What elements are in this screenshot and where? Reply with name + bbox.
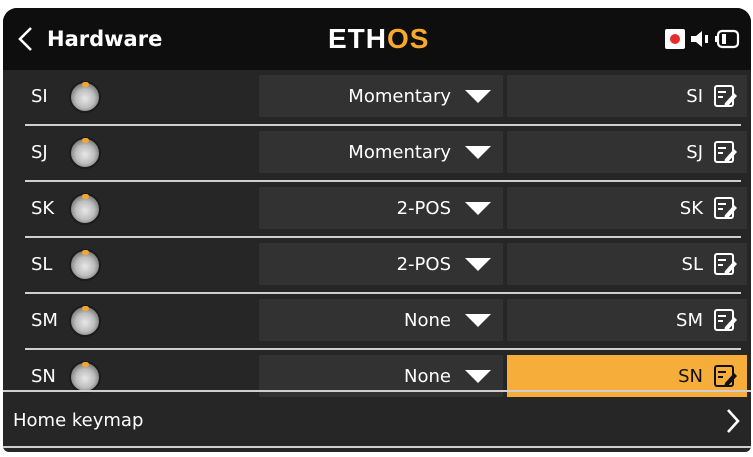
row-divider [3, 390, 751, 392]
switch-name-field[interactable]: SL [507, 243, 747, 285]
edit-icon [714, 365, 737, 387]
edit-icon [714, 253, 737, 275]
switch-row-sm: SM None SM [3, 294, 751, 350]
knob-icon [69, 193, 101, 225]
page-title: Hardware [47, 27, 163, 51]
edit-icon [714, 141, 737, 163]
status-icons [665, 28, 741, 50]
edit-icon [714, 197, 737, 219]
home-keymap-label: Home keymap [13, 410, 144, 431]
switch-row-si: SI Momentary SI [3, 70, 751, 126]
record-icon [665, 29, 685, 49]
screen: Hardware ETHOS SI Momentary SI SJ Moment… [3, 8, 751, 452]
chevron-right-icon [727, 409, 740, 433]
switch-type-dropdown[interactable]: Momentary [259, 131, 503, 173]
switch-type-dropdown[interactable]: None [259, 299, 503, 341]
switch-row-sk: SK 2-POS SK [3, 182, 751, 238]
knob-icon [69, 305, 101, 337]
switch-type-dropdown[interactable]: Momentary [259, 75, 503, 117]
dropdown-caret-icon [465, 145, 491, 159]
dropdown-caret-icon [465, 369, 491, 383]
edit-icon [714, 85, 737, 107]
back-chevron-icon [18, 27, 32, 51]
home-keymap-row[interactable]: Home keymap [3, 390, 751, 448]
row-divider [3, 446, 751, 448]
switch-type-dropdown[interactable]: 2-POS [259, 243, 503, 285]
switch-row-sl: SL 2-POS SL [3, 238, 751, 294]
switch-name-field[interactable]: SI [507, 75, 747, 117]
dropdown-caret-icon [465, 313, 491, 327]
edit-icon [714, 309, 737, 331]
switch-name-field[interactable]: SK [507, 187, 747, 229]
dropdown-caret-icon [465, 89, 491, 103]
dropdown-caret-icon [465, 201, 491, 215]
switch-label: SN [31, 366, 56, 387]
switch-label: SJ [31, 142, 48, 163]
knob-icon [69, 137, 101, 169]
knob-icon [69, 81, 101, 113]
knob-icon [69, 361, 101, 393]
switch-type-dropdown[interactable]: 2-POS [259, 187, 503, 229]
switch-name-field[interactable]: SM [507, 299, 747, 341]
switch-label: SL [31, 254, 53, 275]
speaker-icon [691, 31, 708, 47]
knob-icon [69, 249, 101, 281]
switch-row-sj: SJ Momentary SJ [3, 126, 751, 182]
dropdown-caret-icon [465, 257, 491, 271]
switch-label: SM [31, 310, 58, 331]
back-button[interactable]: Hardware [17, 20, 192, 58]
ethos-logo: ETHOS [328, 23, 430, 54]
header-bar: Hardware ETHOS [3, 8, 751, 70]
switch-label: SI [31, 86, 48, 107]
switch-name-field[interactable]: SJ [507, 131, 747, 173]
switch-label: SK [31, 198, 55, 219]
battery-icon [715, 29, 740, 49]
